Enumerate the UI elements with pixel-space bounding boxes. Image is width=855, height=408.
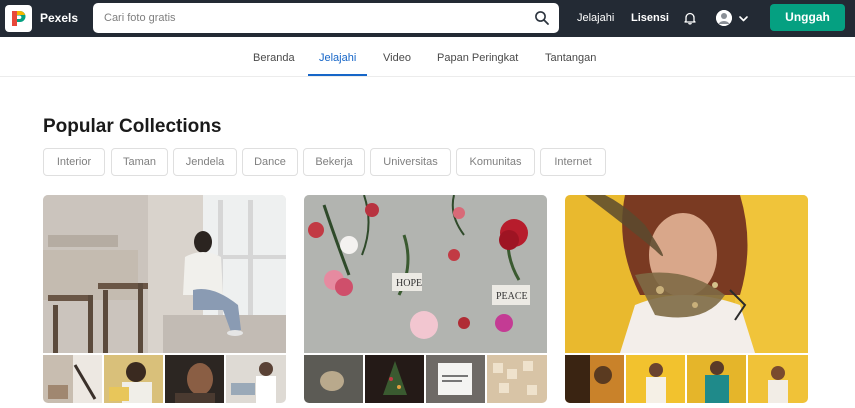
- bell-icon[interactable]: [683, 11, 697, 25]
- man-yellow-backdrop-photo: [748, 355, 808, 403]
- tab-explore[interactable]: Jelajahi: [319, 52, 356, 64]
- christmas-tree-photo: [365, 355, 424, 403]
- chevron-down-icon[interactable]: [738, 13, 749, 24]
- top-bar: Pexels Jelajahi Lisensi Unggah: [0, 0, 855, 37]
- chip-university[interactable]: Universitas: [370, 148, 451, 176]
- portrait-dark-photo: [165, 355, 224, 403]
- svg-text:PEACE: PEACE: [496, 291, 528, 302]
- pexels-logo-icon: [9, 9, 28, 28]
- woman-dried-flowers-photo: [565, 195, 808, 353]
- man-yellow-wall-photo: [626, 355, 685, 403]
- brand-name[interactable]: Pexels: [40, 11, 78, 25]
- tab-leaderboard[interactable]: Papan Peringkat: [437, 52, 518, 64]
- chip-interior[interactable]: Interior: [43, 148, 105, 176]
- flowers-hope-peace-photo: HOPE PEACE: [304, 195, 547, 353]
- nav-explore-link[interactable]: Jelajahi: [577, 12, 614, 24]
- search-input[interactable]: [93, 3, 523, 33]
- search-icon[interactable]: [534, 10, 550, 26]
- section-title: Popular Collections: [43, 116, 222, 137]
- collection-card[interactable]: [43, 195, 286, 408]
- chip-internet[interactable]: Internet: [540, 148, 606, 176]
- chip-window[interactable]: Jendela: [173, 148, 237, 176]
- user-avatar[interactable]: [716, 10, 732, 26]
- tab-video[interactable]: Video: [383, 52, 411, 64]
- woman-by-window-photo: [43, 195, 286, 353]
- active-tab-indicator: [308, 74, 367, 76]
- collection-card[interactable]: [565, 195, 808, 408]
- note-card-photo: [426, 355, 485, 403]
- upload-button[interactable]: Unggah: [770, 4, 845, 31]
- svg-text:HOPE: HOPE: [396, 278, 422, 289]
- interior-room-photo: [43, 355, 102, 403]
- nav-license-link[interactable]: Lisensi: [631, 12, 669, 24]
- tab-home[interactable]: Beranda: [253, 52, 295, 64]
- chip-garden[interactable]: Taman: [111, 148, 168, 176]
- sub-navigation: Beranda Jelajahi Video Papan Peringkat T…: [0, 37, 855, 77]
- pebble-photo: [304, 355, 363, 403]
- pexels-logo[interactable]: [5, 5, 32, 32]
- chip-work[interactable]: Bekerja: [303, 148, 365, 176]
- chip-community[interactable]: Komunitas: [456, 148, 535, 176]
- shadow-portrait-photo: [565, 355, 624, 403]
- user-silhouette-icon: [716, 10, 732, 26]
- woman-laptop-photo: [104, 355, 163, 403]
- search-bar: [93, 3, 559, 33]
- tab-challenges[interactable]: Tantangan: [545, 52, 596, 64]
- chip-dance[interactable]: Dance: [242, 148, 298, 176]
- letter-tiles-photo: [487, 355, 547, 403]
- people-at-desk-photo: [226, 355, 286, 403]
- collection-card[interactable]: HOPE PEACE: [304, 195, 547, 408]
- man-teal-jacket-photo: [687, 355, 746, 403]
